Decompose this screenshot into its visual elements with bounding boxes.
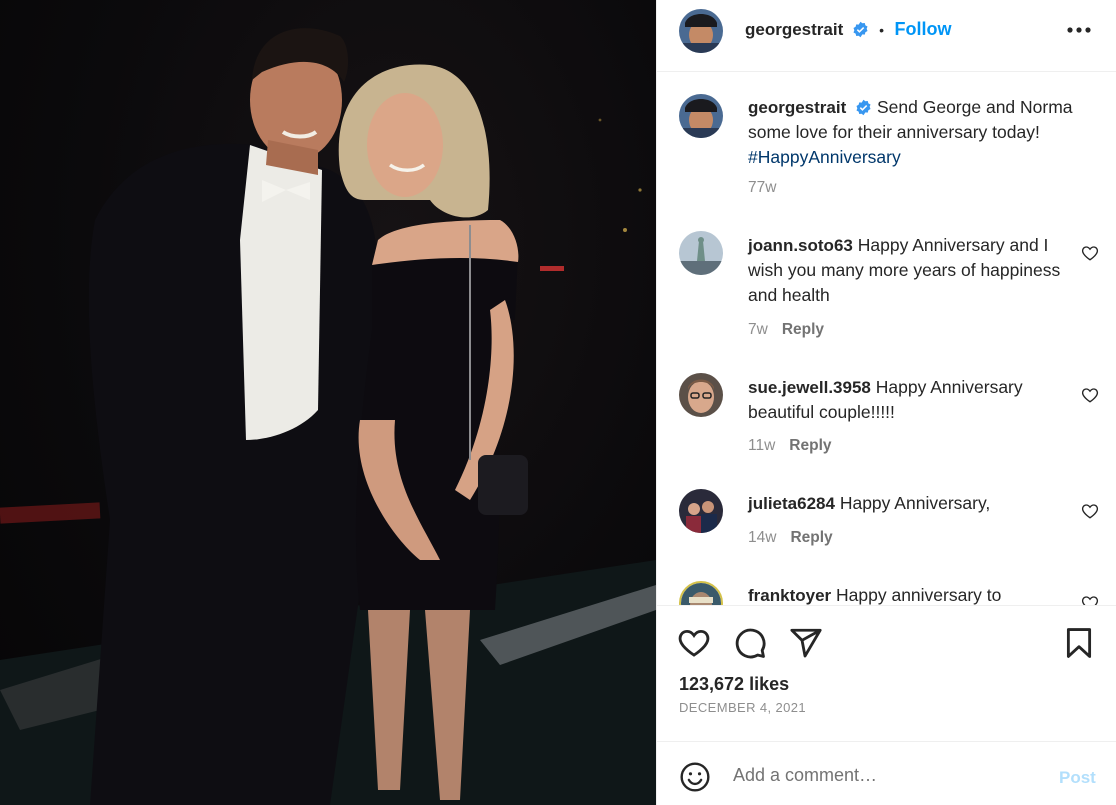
- reply-button[interactable]: Reply: [782, 321, 824, 338]
- comment-text: julieta6284 Happy Anniversary,: [748, 491, 1078, 516]
- caption-text: georgestrait Send George and Norma some …: [748, 95, 1093, 170]
- caption-avatar[interactable]: [679, 94, 723, 138]
- comment-age: 11w: [748, 437, 776, 454]
- like-comment-heart-icon[interactable]: [1081, 386, 1099, 404]
- header-separator: •: [879, 22, 885, 38]
- comment-age: 7w: [748, 321, 768, 338]
- comment-username[interactable]: sue.jewell.3958: [748, 378, 871, 397]
- caption-meta: 77w: [748, 179, 776, 197]
- like-comment-heart-icon[interactable]: [1081, 244, 1099, 262]
- more-options-icon[interactable]: [1066, 25, 1092, 35]
- comment-input[interactable]: [733, 760, 1033, 790]
- post-comment-button[interactable]: Post: [1059, 768, 1096, 788]
- reply-button[interactable]: Reply: [789, 437, 831, 454]
- emoji-icon[interactable]: [679, 761, 711, 793]
- comment-username[interactable]: julieta6284: [748, 494, 835, 513]
- post-details-panel: georgestrait • Follow georgestrait Send …: [656, 0, 1116, 805]
- share-icon[interactable]: [789, 626, 823, 660]
- post-header: georgestrait • Follow: [657, 0, 1116, 72]
- post-photo[interactable]: [0, 0, 656, 805]
- post-date[interactable]: DECEMBER 4, 2021: [679, 700, 806, 715]
- comment-meta: 11w Reply: [748, 437, 832, 455]
- header-user-line: georgestrait • Follow: [745, 19, 952, 40]
- caption-username[interactable]: georgestrait: [748, 98, 846, 117]
- comment-avatar[interactable]: [679, 489, 723, 533]
- comment-username[interactable]: franktoyer: [748, 586, 831, 605]
- comment-icon[interactable]: [733, 626, 767, 660]
- comment-body: Happy Anniversary,: [839, 493, 991, 513]
- like-comment-heart-icon[interactable]: [1081, 502, 1099, 520]
- like-comment-heart-icon[interactable]: [1081, 594, 1099, 605]
- author-username[interactable]: georgestrait: [745, 20, 843, 39]
- comment-meta: 14w Reply: [748, 529, 833, 547]
- caption-age: 77w: [748, 179, 777, 196]
- comment-username[interactable]: joann.soto63: [748, 236, 853, 255]
- comment-meta: 7w Reply: [748, 321, 824, 339]
- comment-text: joann.soto63 Happy Anniversary and I wis…: [748, 233, 1078, 308]
- verified-badge-icon: [853, 21, 868, 38]
- heart-icon[interactable]: [677, 626, 711, 660]
- verified-badge-icon: [856, 99, 871, 116]
- reply-button[interactable]: Reply: [790, 529, 832, 546]
- comment-avatar[interactable]: [679, 231, 723, 275]
- comment-avatar[interactable]: [679, 581, 723, 605]
- bookmark-icon[interactable]: [1062, 626, 1096, 660]
- comment-avatar[interactable]: [679, 373, 723, 417]
- post-actions: 123,672 likes DECEMBER 4, 2021: [657, 605, 1116, 741]
- comment-text: franktoyer Happy anniversary to: [748, 583, 1078, 605]
- likes-count[interactable]: 123,672 likes: [679, 674, 789, 695]
- comment-body: Happy anniversary to: [836, 585, 1002, 605]
- caption-hashtag[interactable]: #HappyAnniversary: [748, 147, 901, 167]
- comments-list[interactable]: georgestrait Send George and Norma some …: [657, 73, 1116, 605]
- add-comment-bar: Post: [657, 741, 1116, 805]
- author-avatar[interactable]: [679, 9, 723, 53]
- comment-text: sue.jewell.3958 Happy Anniversary beauti…: [748, 375, 1078, 425]
- post-photo-illustration: [0, 28, 656, 805]
- comment-age: 14w: [748, 529, 777, 546]
- follow-button[interactable]: Follow: [895, 19, 952, 39]
